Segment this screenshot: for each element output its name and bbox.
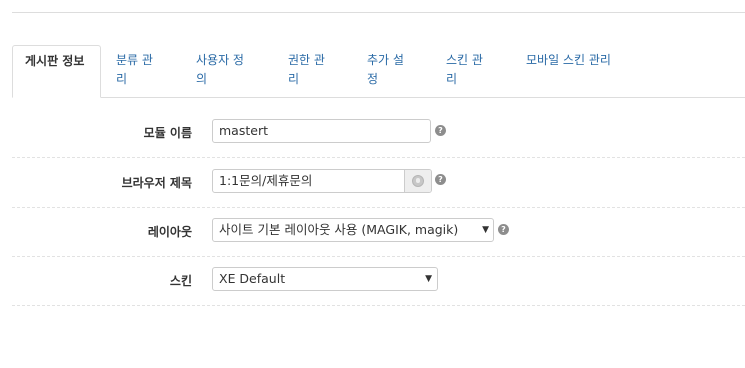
language-select-button[interactable]	[404, 170, 431, 192]
tab-skin-management[interactable]: 스킨 관리	[434, 45, 504, 97]
top-divider	[12, 12, 745, 13]
layout-selected-value: 사이트 기본 레이아웃 사용 (MAGIK, magik)	[219, 222, 459, 237]
help-icon[interactable]: ?	[435, 125, 446, 136]
tab-board-info[interactable]: 게시판 정보	[12, 45, 101, 98]
browser-title-value: 1:1문의/제휴문의	[219, 173, 313, 188]
globe-icon	[412, 175, 424, 187]
chevron-down-icon: ▼	[425, 274, 432, 284]
module-name-input[interactable]: mastert	[212, 119, 431, 143]
layout-label: 레이아웃	[147, 225, 192, 239]
tab-category-management[interactable]: 분류 관리	[104, 45, 174, 97]
layout-select[interactable]: 사이트 기본 레이아웃 사용 (MAGIK, magik) ▼	[212, 218, 494, 242]
tab-additional-settings[interactable]: 추가 설정	[355, 45, 425, 97]
skin-label: 스킨	[169, 274, 192, 288]
module-name-row: 모듈 이름 mastert ?	[12, 108, 745, 158]
help-icon[interactable]: ?	[435, 174, 446, 185]
browser-title-label: 브라우저 제목	[121, 176, 192, 190]
browser-title-input[interactable]: 1:1문의/제휴문의	[212, 169, 432, 193]
module-name-label: 모듈 이름	[143, 126, 192, 140]
skin-row: 스킨 XE Default ▼	[12, 256, 745, 306]
layout-row: 레이아웃 사이트 기본 레이아웃 사용 (MAGIK, magik) ▼ ?	[12, 207, 745, 257]
skin-select[interactable]: XE Default ▼	[212, 267, 438, 291]
help-icon[interactable]: ?	[498, 224, 509, 235]
tab-bar: 게시판 정보 분류 관리 사용자 정의 권한 관리 추가 설정 스킨 관리 모바…	[12, 45, 745, 98]
chevron-down-icon: ▼	[482, 225, 489, 235]
tab-mobile-skin-management[interactable]: 모바일 스킨 관리	[514, 45, 624, 97]
skin-selected-value: XE Default	[219, 271, 286, 286]
tab-permissions[interactable]: 권한 관리	[276, 45, 346, 97]
tab-user-defined[interactable]: 사용자 정의	[184, 45, 266, 97]
browser-title-row: 브라우저 제목 1:1문의/제휴문의 ?	[12, 158, 745, 208]
